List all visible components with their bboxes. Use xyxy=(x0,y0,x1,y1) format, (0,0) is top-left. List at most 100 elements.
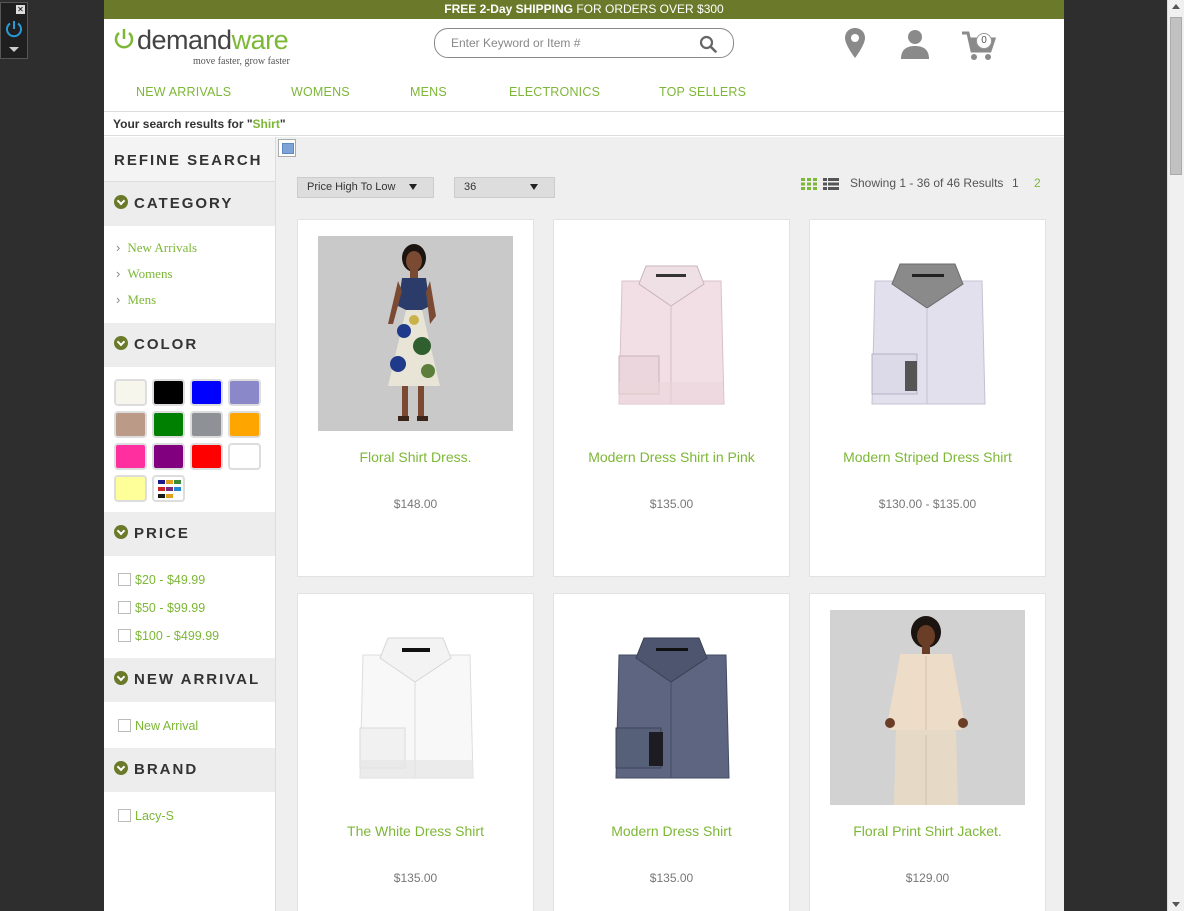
color-swatch[interactable] xyxy=(228,379,261,406)
product-image-lavender-folded-shirt[interactable] xyxy=(830,236,1025,431)
product-image-pink-folded-shirt[interactable] xyxy=(574,236,769,431)
price-option[interactable]: $50 - $99.99 xyxy=(118,594,275,622)
checkbox[interactable] xyxy=(118,573,131,586)
logo-demand: demand xyxy=(137,25,232,55)
vertical-scrollbar[interactable] xyxy=(1167,0,1184,911)
user-icon[interactable] xyxy=(900,29,930,59)
facet-brand-header[interactable]: BRAND xyxy=(104,748,275,792)
product-name[interactable]: Floral Shirt Dress. xyxy=(298,449,533,465)
facet-category-header[interactable]: CATEGORY xyxy=(104,182,275,226)
facet-category-title: CATEGORY xyxy=(134,195,234,212)
category-item-new-arrivals[interactable]: › New Arrivals xyxy=(116,235,275,261)
color-swatches xyxy=(104,367,275,512)
category-item-womens[interactable]: › Womens xyxy=(116,261,275,287)
scroll-down-arrow-icon[interactable] xyxy=(1172,902,1180,907)
product-image-woman-floral-dress[interactable] xyxy=(318,236,513,431)
category-label: Mens xyxy=(127,292,157,307)
color-swatch[interactable] xyxy=(114,475,147,502)
page-1-link[interactable]: 1 xyxy=(1012,176,1019,190)
price-option[interactable]: $100 - $499.99 xyxy=(118,622,275,650)
product-name[interactable]: Floral Print Shirt Jacket. xyxy=(810,823,1045,839)
refine-title: REFINE SEARCH xyxy=(104,137,275,182)
nav-mens[interactable]: MENS xyxy=(410,85,447,99)
product-name[interactable]: Modern Striped Dress Shirt xyxy=(810,449,1045,465)
color-swatch[interactable] xyxy=(190,411,223,438)
nav-top-sellers[interactable]: TOP SELLERS xyxy=(659,85,746,99)
color-swatch[interactable] xyxy=(114,379,147,406)
color-swatch[interactable] xyxy=(190,379,223,406)
price-option[interactable]: $20 - $49.99 xyxy=(118,566,275,594)
close-icon[interactable]: ✕ xyxy=(16,5,25,14)
category-label: New Arrivals xyxy=(127,240,198,255)
product-name[interactable]: Modern Dress Shirt xyxy=(554,823,789,839)
product-tile[interactable]: Modern Dress Shirt $135.00 xyxy=(553,593,790,911)
product-tile[interactable]: The White Dress Shirt $135.00 xyxy=(297,593,534,911)
product-price: $135.00 xyxy=(649,497,694,511)
color-swatch[interactable] xyxy=(114,411,147,438)
location-pin-icon[interactable] xyxy=(844,27,866,59)
new-arrival-label: New Arrival xyxy=(135,719,199,733)
color-swatch[interactable] xyxy=(152,411,185,438)
dropdown-arrow-icon xyxy=(530,184,538,190)
scrollbar-thumb[interactable] xyxy=(1170,17,1182,175)
product-name[interactable]: Modern Dress Shirt in Pink xyxy=(554,449,789,465)
facet-new-arrival-header[interactable]: NEW ARRIVAL xyxy=(104,658,275,702)
color-swatch[interactable] xyxy=(152,379,185,406)
nav-new-arrivals[interactable]: NEW ARRIVALS xyxy=(136,85,231,99)
banner-image xyxy=(278,139,296,157)
nav-electronics[interactable]: ELECTRONICS xyxy=(509,85,600,99)
promo-strong: FREE 2-Day xyxy=(444,2,516,16)
facet-color-title: COLOR xyxy=(134,336,199,353)
product-image-white-folded-shirt[interactable] xyxy=(318,610,513,805)
color-swatch[interactable] xyxy=(228,443,261,470)
product-tile[interactable]: Modern Striped Dress Shirt $130.00 - $13… xyxy=(809,219,1046,577)
color-swatch[interactable] xyxy=(114,443,147,470)
product-image-navy-folded-shirt[interactable] xyxy=(574,610,769,805)
new-arrival-options: New Arrival xyxy=(104,702,275,748)
refine-sidebar: REFINE SEARCH CATEGORY › New Arrivals › Wo… xyxy=(104,137,276,911)
chevron-down-icon[interactable] xyxy=(9,47,19,52)
new-arrival-option[interactable]: New Arrival xyxy=(118,712,275,740)
results-prefix: Your search results for " xyxy=(113,117,253,131)
list-view-icon[interactable] xyxy=(823,178,839,190)
chevron-down-icon xyxy=(114,525,128,539)
grid-view-icon[interactable] xyxy=(801,178,817,190)
checkbox[interactable] xyxy=(118,809,131,822)
product-tile[interactable]: Floral Print Shirt Jacket. $129.00 xyxy=(809,593,1046,911)
category-item-mens[interactable]: › Mens xyxy=(116,287,275,313)
scroll-up-arrow-icon[interactable] xyxy=(1172,4,1180,9)
content-area: REFINE SEARCH CATEGORY › New Arrivals › Wo… xyxy=(104,137,1064,911)
product-name[interactable]: The White Dress Shirt xyxy=(298,823,533,839)
search-icon[interactable] xyxy=(699,35,717,53)
product-price: $135.00 xyxy=(649,871,694,885)
product-tile[interactable]: Modern Dress Shirt in Pink $135.00 xyxy=(553,219,790,577)
brand-option[interactable]: Lacy-S xyxy=(118,802,275,830)
chevron-right-icon: › xyxy=(116,266,121,281)
color-swatch[interactable] xyxy=(152,443,185,470)
chevron-down-icon xyxy=(114,761,128,775)
category-label: Womens xyxy=(127,266,173,281)
search-input[interactable] xyxy=(451,36,691,50)
nav-womens[interactable]: WOMENS xyxy=(291,85,350,99)
checkbox[interactable] xyxy=(118,719,131,732)
page: FREE 2-Day SHIPPING FOR ORDERS OVER $300… xyxy=(104,0,1064,911)
facet-price-header[interactable]: PRICE xyxy=(104,512,275,556)
price-label: $50 - $99.99 xyxy=(135,601,206,615)
results-suffix: " xyxy=(279,117,286,131)
product-image-woman-lace-jacket[interactable] xyxy=(830,610,1025,805)
page-2-link[interactable]: 2 xyxy=(1034,176,1041,190)
checkbox[interactable] xyxy=(118,601,131,614)
color-swatch[interactable] xyxy=(228,411,261,438)
power-icon[interactable] xyxy=(4,19,24,39)
product-tile[interactable]: Floral Shirt Dress. $148.00 xyxy=(297,219,534,577)
overlay-widget[interactable]: ✕ xyxy=(0,2,28,59)
color-swatch-multicolor[interactable] xyxy=(152,475,185,502)
brand-options: Lacy-S xyxy=(104,792,275,838)
sort-select[interactable]: Price High To Low xyxy=(297,177,434,198)
color-swatch[interactable] xyxy=(190,443,223,470)
chevron-right-icon: › xyxy=(116,240,121,255)
page-size-select[interactable]: 36 xyxy=(454,177,555,198)
checkbox[interactable] xyxy=(118,629,131,642)
product-price: $135.00 xyxy=(393,871,438,885)
facet-color-header[interactable]: COLOR xyxy=(104,323,275,367)
